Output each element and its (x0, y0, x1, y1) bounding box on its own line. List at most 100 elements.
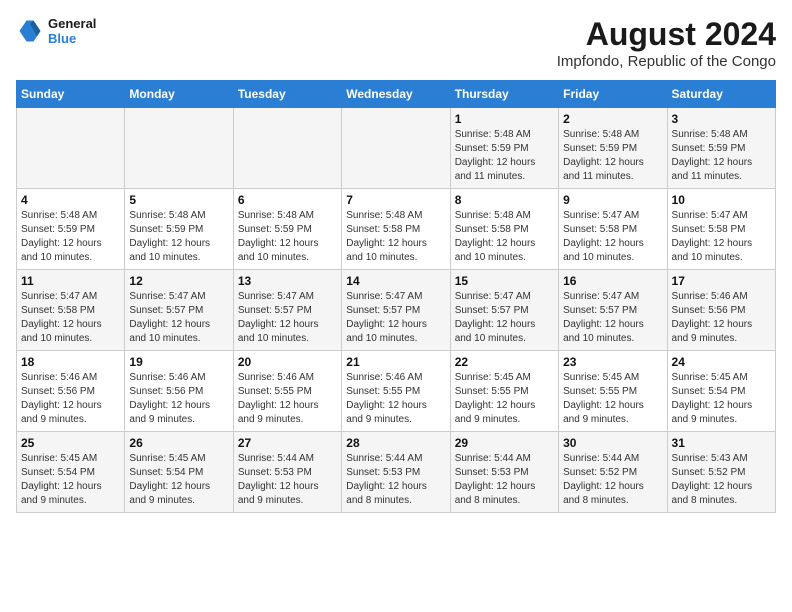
day-number: 3 (672, 112, 771, 126)
calendar-cell: 15Sunrise: 5:47 AMSunset: 5:57 PMDayligh… (450, 270, 558, 351)
calendar-cell: 4Sunrise: 5:48 AMSunset: 5:59 PMDaylight… (17, 189, 125, 270)
day-number: 16 (563, 274, 662, 288)
day-number: 29 (455, 436, 554, 450)
day-number: 14 (346, 274, 445, 288)
days-of-week-row: SundayMondayTuesdayWednesdayThursdayFrid… (17, 81, 776, 108)
day-number: 7 (346, 193, 445, 207)
day-info: Sunrise: 5:46 AMSunset: 5:56 PMDaylight:… (21, 371, 120, 427)
calendar-cell: 29 Sunrise: 5:44 AMSunset: 5:53 PMDayligh… (450, 432, 558, 513)
page-header: General Blue August 2024 Impfondo, Repub… (16, 16, 776, 70)
day-number: 18 (21, 355, 120, 369)
day-number: 8 (455, 193, 554, 207)
calendar-cell: 25 Sunrise: 5:45 AMSunset: 5:54 PMDayligh… (17, 432, 125, 513)
day-info: Sunrise: 5:44 AMSunset: 5:53 PMDaylight:… (238, 452, 337, 508)
day-number: 12 (129, 274, 228, 288)
day-info: Sunrise: 5:47 AMSunset: 5:58 PMDaylight:… (21, 290, 120, 346)
calendar-subtitle: Impfondo, Republic of the Congo (557, 53, 776, 70)
calendar-cell: 26Sunrise: 5:45 AMSunset: 5:54 PMDayligh… (125, 432, 233, 513)
day-number: 28 (346, 436, 445, 450)
day-info: Sunrise: 5:48 AMSunset: 5:59 PMDaylight:… (672, 128, 771, 184)
logo-line2: Blue (48, 31, 96, 46)
logo-icon (16, 17, 44, 45)
calendar-cell: 9 Sunrise: 5:47 AMSunset: 5:58 PMDaylight… (559, 189, 667, 270)
day-number: 24 (672, 355, 771, 369)
title-block: August 2024 Impfondo, Republic of the Co… (557, 16, 776, 70)
day-info: Sunrise: 5:48 AMSunset: 5:59 PMDaylight:… (238, 209, 337, 265)
calendar-cell: 18 Sunrise: 5:46 AMSunset: 5:56 PMDayligh… (17, 351, 125, 432)
day-number: 5 (129, 193, 228, 207)
day-of-week-sunday: Sunday (17, 81, 125, 108)
day-info: Sunrise: 5:45 AMSunset: 5:55 PMDaylight:… (563, 371, 662, 427)
week-row-1: 1 Sunrise: 5:48 AMSunset: 5:59 PMDaylight… (17, 108, 776, 189)
day-info: Sunrise: 5:48 AMSunset: 5:59 PMDaylight:… (21, 209, 120, 265)
calendar-cell: 20Sunrise: 5:46 AMSunset: 5:55 PMDayligh… (233, 351, 341, 432)
day-info: Sunrise: 5:45 AMSunset: 5:54 PMDaylight:… (672, 371, 771, 427)
day-of-week-thursday: Thursday (450, 81, 558, 108)
day-number: 11 (21, 274, 120, 288)
week-row-5: 25 Sunrise: 5:45 AMSunset: 5:54 PMDayligh… (17, 432, 776, 513)
day-number: 2 (563, 112, 662, 126)
day-info: Sunrise: 5:47 AMSunset: 5:57 PMDaylight:… (346, 290, 445, 346)
calendar-cell: 23Sunrise: 5:45 AMSunset: 5:55 PMDayligh… (559, 351, 667, 432)
calendar-cell (17, 108, 125, 189)
day-number: 10 (672, 193, 771, 207)
calendar-cell: 6Sunrise: 5:48 AMSunset: 5:59 PMDaylight… (233, 189, 341, 270)
day-number: 20 (238, 355, 337, 369)
logo-text: General Blue (48, 16, 96, 46)
calendar-cell: 28 Sunrise: 5:44 AMSunset: 5:53 PMDayligh… (342, 432, 450, 513)
day-info: Sunrise: 5:44 AMSunset: 5:52 PMDaylight:… (563, 452, 662, 508)
day-info: Sunrise: 5:44 AMSunset: 5:53 PMDaylight:… (346, 452, 445, 508)
day-info: Sunrise: 5:43 AMSunset: 5:52 PMDaylight:… (672, 452, 771, 508)
day-of-week-tuesday: Tuesday (233, 81, 341, 108)
week-row-4: 18 Sunrise: 5:46 AMSunset: 5:56 PMDayligh… (17, 351, 776, 432)
calendar-cell: 11 Sunrise: 5:47 AMSunset: 5:58 PMDayligh… (17, 270, 125, 351)
calendar-cell: 22 Sunrise: 5:45 AMSunset: 5:55 PMDayligh… (450, 351, 558, 432)
day-number: 25 (21, 436, 120, 450)
calendar-cell: 10 Sunrise: 5:47 AMSunset: 5:58 PMDayligh… (667, 189, 775, 270)
calendar-cell: 19Sunrise: 5:46 AMSunset: 5:56 PMDayligh… (125, 351, 233, 432)
day-of-week-friday: Friday (559, 81, 667, 108)
day-info: Sunrise: 5:44 AMSunset: 5:53 PMDaylight:… (455, 452, 554, 508)
day-number: 30 (563, 436, 662, 450)
day-info: Sunrise: 5:45 AMSunset: 5:54 PMDaylight:… (129, 452, 228, 508)
week-row-2: 4Sunrise: 5:48 AMSunset: 5:59 PMDaylight… (17, 189, 776, 270)
calendar-cell: 2 Sunrise: 5:48 AMSunset: 5:59 PMDaylight… (559, 108, 667, 189)
calendar-cell: 16Sunrise: 5:47 AMSunset: 5:57 PMDayligh… (559, 270, 667, 351)
day-info: Sunrise: 5:47 AMSunset: 5:57 PMDaylight:… (238, 290, 337, 346)
calendar-cell: 14 Sunrise: 5:47 AMSunset: 5:57 PMDayligh… (342, 270, 450, 351)
calendar-table: SundayMondayTuesdayWednesdayThursdayFrid… (16, 80, 776, 513)
day-info: Sunrise: 5:46 AMSunset: 5:56 PMDaylight:… (129, 371, 228, 427)
calendar-header: SundayMondayTuesdayWednesdayThursdayFrid… (17, 81, 776, 108)
week-row-3: 11 Sunrise: 5:47 AMSunset: 5:58 PMDayligh… (17, 270, 776, 351)
calendar-cell: 8 Sunrise: 5:48 AMSunset: 5:58 PMDaylight… (450, 189, 558, 270)
day-info: Sunrise: 5:45 AMSunset: 5:54 PMDaylight:… (21, 452, 120, 508)
day-number: 22 (455, 355, 554, 369)
day-number: 17 (672, 274, 771, 288)
day-info: Sunrise: 5:47 AMSunset: 5:57 PMDaylight:… (455, 290, 554, 346)
day-info: Sunrise: 5:48 AMSunset: 5:58 PMDaylight:… (455, 209, 554, 265)
calendar-cell: 1Sunrise: 5:48 AMSunset: 5:59 PMDaylight… (450, 108, 558, 189)
day-info: Sunrise: 5:47 AMSunset: 5:58 PMDaylight:… (563, 209, 662, 265)
day-number: 27 (238, 436, 337, 450)
day-info: Sunrise: 5:48 AMSunset: 5:59 PMDaylight:… (129, 209, 228, 265)
calendar-cell: 3 Sunrise: 5:48 AMSunset: 5:59 PMDaylight… (667, 108, 775, 189)
day-number: 1 (455, 112, 554, 126)
day-of-week-monday: Monday (125, 81, 233, 108)
calendar-cell: 24 Sunrise: 5:45 AMSunset: 5:54 PMDayligh… (667, 351, 775, 432)
calendar-cell: 13Sunrise: 5:47 AMSunset: 5:57 PMDayligh… (233, 270, 341, 351)
day-of-week-saturday: Saturday (667, 81, 775, 108)
day-info: Sunrise: 5:47 AMSunset: 5:58 PMDaylight:… (672, 209, 771, 265)
calendar-cell: 5 Sunrise: 5:48 AMSunset: 5:59 PMDaylight… (125, 189, 233, 270)
calendar-cell (342, 108, 450, 189)
calendar-cell: 17Sunrise: 5:46 AMSunset: 5:56 PMDayligh… (667, 270, 775, 351)
calendar-title: August 2024 (557, 16, 776, 53)
day-number: 31 (672, 436, 771, 450)
calendar-body: 1 Sunrise: 5:48 AMSunset: 5:59 PMDaylight… (17, 108, 776, 513)
day-info: Sunrise: 5:47 AMSunset: 5:57 PMDaylight:… (129, 290, 228, 346)
day-info: Sunrise: 5:45 AMSunset: 5:55 PMDaylight:… (455, 371, 554, 427)
calendar-cell: 27 Sunrise: 5:44 AMSunset: 5:53 PMDayligh… (233, 432, 341, 513)
calendar-cell (233, 108, 341, 189)
day-number: 9 (563, 193, 662, 207)
day-info: Sunrise: 5:48 AMSunset: 5:59 PMDaylight:… (563, 128, 662, 184)
logo: General Blue (16, 16, 96, 46)
